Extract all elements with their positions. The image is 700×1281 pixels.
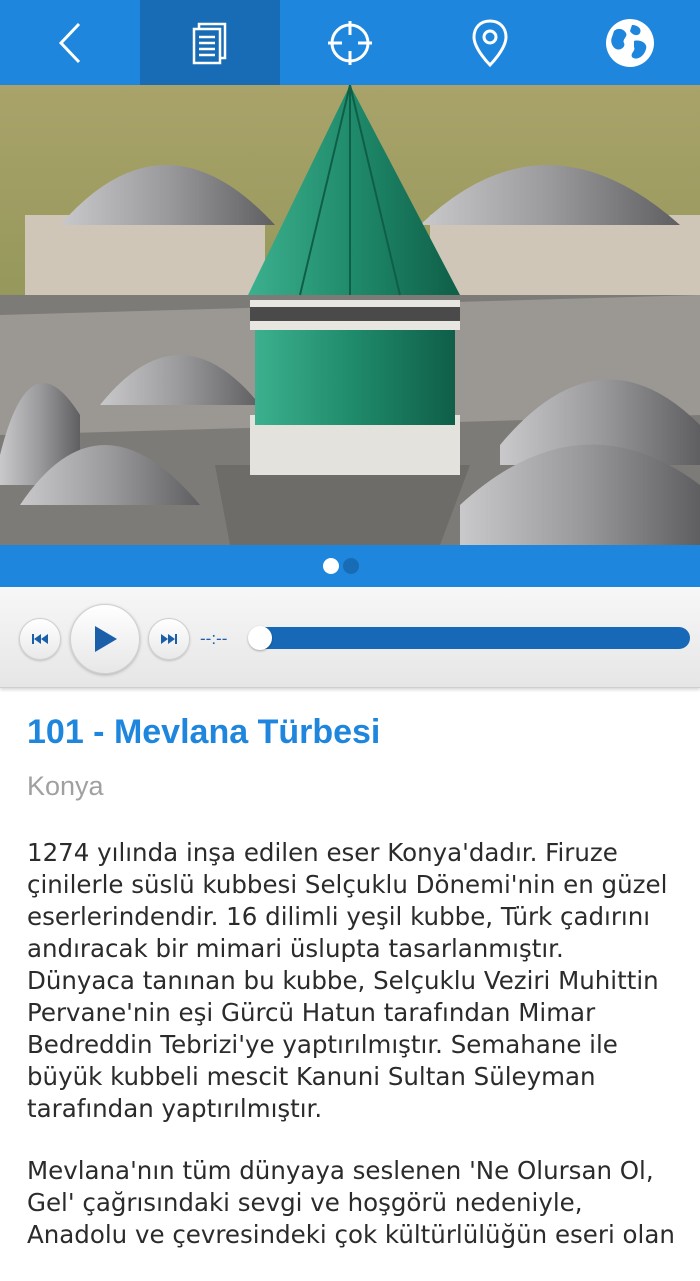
place-city: Konya [27, 771, 104, 801]
rewind-icon [32, 634, 48, 644]
rewind-button[interactable] [19, 618, 61, 660]
crosshair-icon [328, 20, 372, 65]
description-paragraph: Mevlana'nın tüm dünyaya seslenen 'Ne Olu… [27, 1156, 675, 1249]
top-nav-bar [0, 0, 700, 85]
fast-forward-icon [161, 634, 177, 644]
globe-icon [606, 18, 654, 67]
progress-track[interactable] [255, 627, 690, 649]
page-dot-2[interactable] [343, 558, 359, 574]
tab-web[interactable] [560, 0, 700, 85]
place-title: 101 - Mevlana Türbesi [27, 713, 381, 751]
map-pin-icon [472, 18, 508, 67]
back-button[interactable] [0, 0, 140, 85]
progress-thumb[interactable] [248, 626, 272, 650]
audio-player: --:-- [0, 587, 700, 688]
gallery-pager [0, 545, 700, 587]
hero-image[interactable] [0, 85, 700, 545]
tab-map[interactable] [420, 0, 560, 85]
back-arrow-icon [58, 22, 81, 63]
page-dot-1[interactable] [323, 558, 339, 574]
description-paragraph: 1274 yılında inşa edilen eser Konya'dadı… [27, 838, 668, 1123]
play-button[interactable] [70, 604, 140, 674]
fast-forward-button[interactable] [148, 618, 190, 660]
tab-description[interactable] [140, 0, 280, 85]
play-icon [95, 626, 117, 652]
document-icon [192, 22, 227, 64]
tab-locate[interactable] [280, 0, 420, 85]
mausoleum-photo [0, 85, 700, 545]
playback-time: --:-- [200, 629, 228, 648]
place-description: 1274 yılında inşa edilen eser Konya'dadı… [27, 837, 677, 1281]
